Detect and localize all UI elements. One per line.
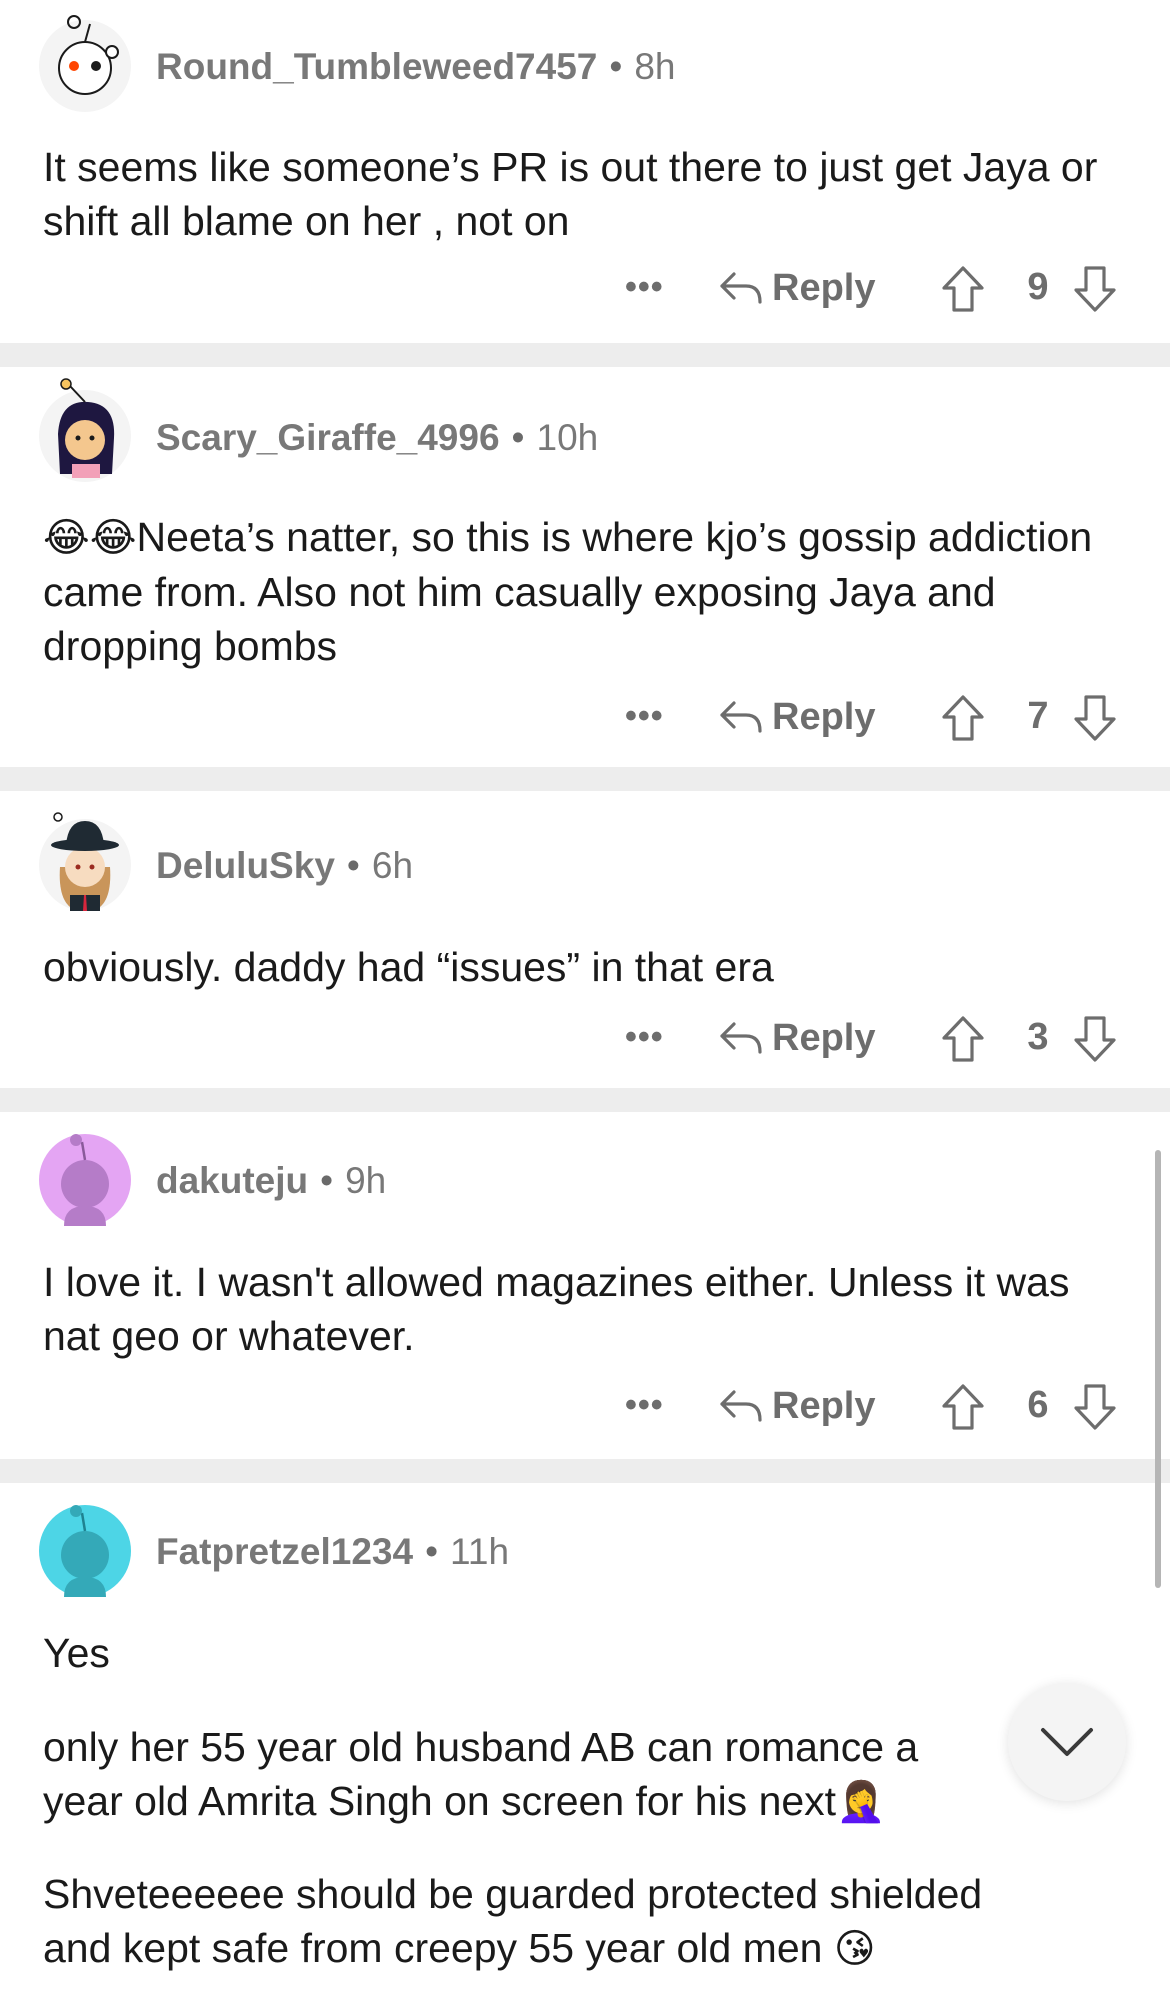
comment-actions: ••• Reply 9 xyxy=(0,258,1170,318)
comment-meta: dakuteju • 9h xyxy=(156,1160,387,1201)
comment-4: dakuteju • 9h I love it. I wasn't allowed … xyxy=(0,1112,1170,1459)
comment-text: obviously. daddy had “issues” in that er… xyxy=(43,944,774,990)
reply-label: Reply xyxy=(772,266,876,309)
downvote-icon[interactable] xyxy=(1072,1014,1118,1064)
username[interactable]: Fatpretzel1234 xyxy=(156,1531,413,1572)
username[interactable]: dakuteju xyxy=(156,1160,308,1201)
avatar[interactable] xyxy=(36,812,132,917)
comment-5: Fatpretzel1234 • 11h Yes only her 55 year … xyxy=(0,1483,1170,2009)
upvote-icon[interactable] xyxy=(940,264,986,314)
snoo-avatar-icon xyxy=(39,378,131,482)
vote-count: 3 xyxy=(1027,1016,1049,1058)
reply-label: Reply xyxy=(772,1016,876,1059)
reply-button[interactable]: Reply xyxy=(718,687,875,747)
timestamp: 8h xyxy=(634,46,676,87)
comment-line-text: year old Amrita Singh on screen for his … xyxy=(43,1778,837,1824)
upvote-icon[interactable] xyxy=(940,693,986,743)
comment-paragraph: Yes xyxy=(43,1630,110,1676)
comment-paragraph: Shveteeeeee should be guarded protected … xyxy=(43,1867,1123,1976)
downvote-icon[interactable] xyxy=(1072,1382,1118,1432)
vote-count: 7 xyxy=(1027,695,1049,737)
reply-icon xyxy=(720,1390,762,1422)
upvote-icon[interactable] xyxy=(940,1014,986,1064)
comment-line-text: and kept safe from creepy 55 year old me… xyxy=(43,1925,823,1971)
comment-text-body: Neeta’s natter, so this is where kjo’s g… xyxy=(43,514,1093,669)
reply-icon xyxy=(720,701,762,733)
scroll-down-button[interactable] xyxy=(1008,1683,1126,1801)
comment-divider xyxy=(0,343,1170,367)
vote-count: 6 xyxy=(1027,1384,1049,1426)
timestamp: 11h xyxy=(450,1531,510,1572)
comment-text: I love it. I wasn't allowed magazines ei… xyxy=(43,1259,1070,1359)
ellipsis-icon[interactable]: ••• xyxy=(625,697,664,736)
comment-meta: Round_Tumbleweed7457 • 8h xyxy=(156,46,676,87)
avatar[interactable] xyxy=(36,1505,132,1603)
downvote-icon[interactable] xyxy=(1072,693,1118,743)
timestamp: 10h xyxy=(536,417,599,458)
timestamp: 9h xyxy=(345,1160,387,1201)
facepalm-emoji: 🤦‍♀️ xyxy=(836,1779,886,1825)
comment-divider xyxy=(0,1459,1170,1483)
comment-line: year old Amrita Singh on screen for his … xyxy=(43,1774,1123,1829)
comment-text: 😂😂Neeta’s natter, so this is where kjo’s… xyxy=(43,510,1123,673)
username[interactable]: Round_Tumbleweed7457 xyxy=(156,46,597,87)
timestamp: 6h xyxy=(371,845,414,886)
username[interactable]: DeluluSky xyxy=(156,845,335,886)
kiss-emoji: 😘 xyxy=(833,1926,876,1972)
avatar[interactable] xyxy=(36,15,132,118)
comment-2: Scary_Giraffe_4996 • 10h 😂😂Neeta’s natter,… xyxy=(0,367,1170,767)
reply-label: Reply xyxy=(772,1384,876,1427)
scrollbar[interactable] xyxy=(1155,1150,1161,1588)
reply-button[interactable]: Reply xyxy=(718,1376,875,1436)
comment-actions: ••• Reply 6 xyxy=(0,1376,1170,1436)
snoo-avatar-icon xyxy=(39,1505,131,1597)
reply-button[interactable]: Reply xyxy=(718,258,875,318)
comment-1: Round_Tumbleweed7457 • 8h It seems like so… xyxy=(0,0,1170,343)
comment-meta: DeluluSky • 6h xyxy=(156,845,414,886)
downvote-icon[interactable] xyxy=(1072,264,1118,314)
avatar[interactable] xyxy=(36,378,132,488)
comment-actions: ••• Reply 3 xyxy=(0,1008,1170,1068)
reply-button[interactable]: Reply xyxy=(718,1008,875,1068)
ellipsis-icon[interactable]: ••• xyxy=(625,1018,664,1057)
comment-3: DeluluSky • 6h obviously. daddy had “issue… xyxy=(0,791,1170,1088)
comment-divider xyxy=(0,1088,1170,1112)
laughing-emoji: 😂😂 xyxy=(43,515,137,561)
reply-icon xyxy=(720,272,762,304)
username[interactable]: Scary_Giraffe_4996 xyxy=(156,417,500,458)
snoo-avatar-icon xyxy=(39,15,131,112)
ellipsis-icon[interactable]: ••• xyxy=(625,268,664,307)
vote-count: 9 xyxy=(1027,266,1049,308)
comment-divider xyxy=(0,767,1170,791)
chevron-down-icon xyxy=(1041,1728,1093,1756)
comment-meta: Fatpretzel1234 • 11h xyxy=(156,1531,510,1572)
comment-actions: ••• Reply 7 xyxy=(0,687,1170,747)
snoo-avatar-icon xyxy=(39,812,131,911)
comment-meta: Scary_Giraffe_4996 • 10h xyxy=(156,417,599,458)
comment-text: It seems like someone’s PR is out there … xyxy=(43,144,1098,244)
comment-line: Shveteeeeee should be guarded protected … xyxy=(43,1871,983,1917)
reply-icon xyxy=(720,1022,762,1054)
comment-paragraph: only her 55 year old husband AB can roma… xyxy=(43,1720,1123,1829)
comment-line: and kept safe from creepy 55 year old me… xyxy=(43,1921,1123,1976)
reply-label: Reply xyxy=(772,695,876,738)
snoo-avatar-icon xyxy=(39,1134,131,1226)
avatar[interactable] xyxy=(36,1134,132,1232)
upvote-icon[interactable] xyxy=(940,1382,986,1432)
comment-line: only her 55 year old husband AB can roma… xyxy=(43,1724,919,1770)
ellipsis-icon[interactable]: ••• xyxy=(625,1386,664,1425)
